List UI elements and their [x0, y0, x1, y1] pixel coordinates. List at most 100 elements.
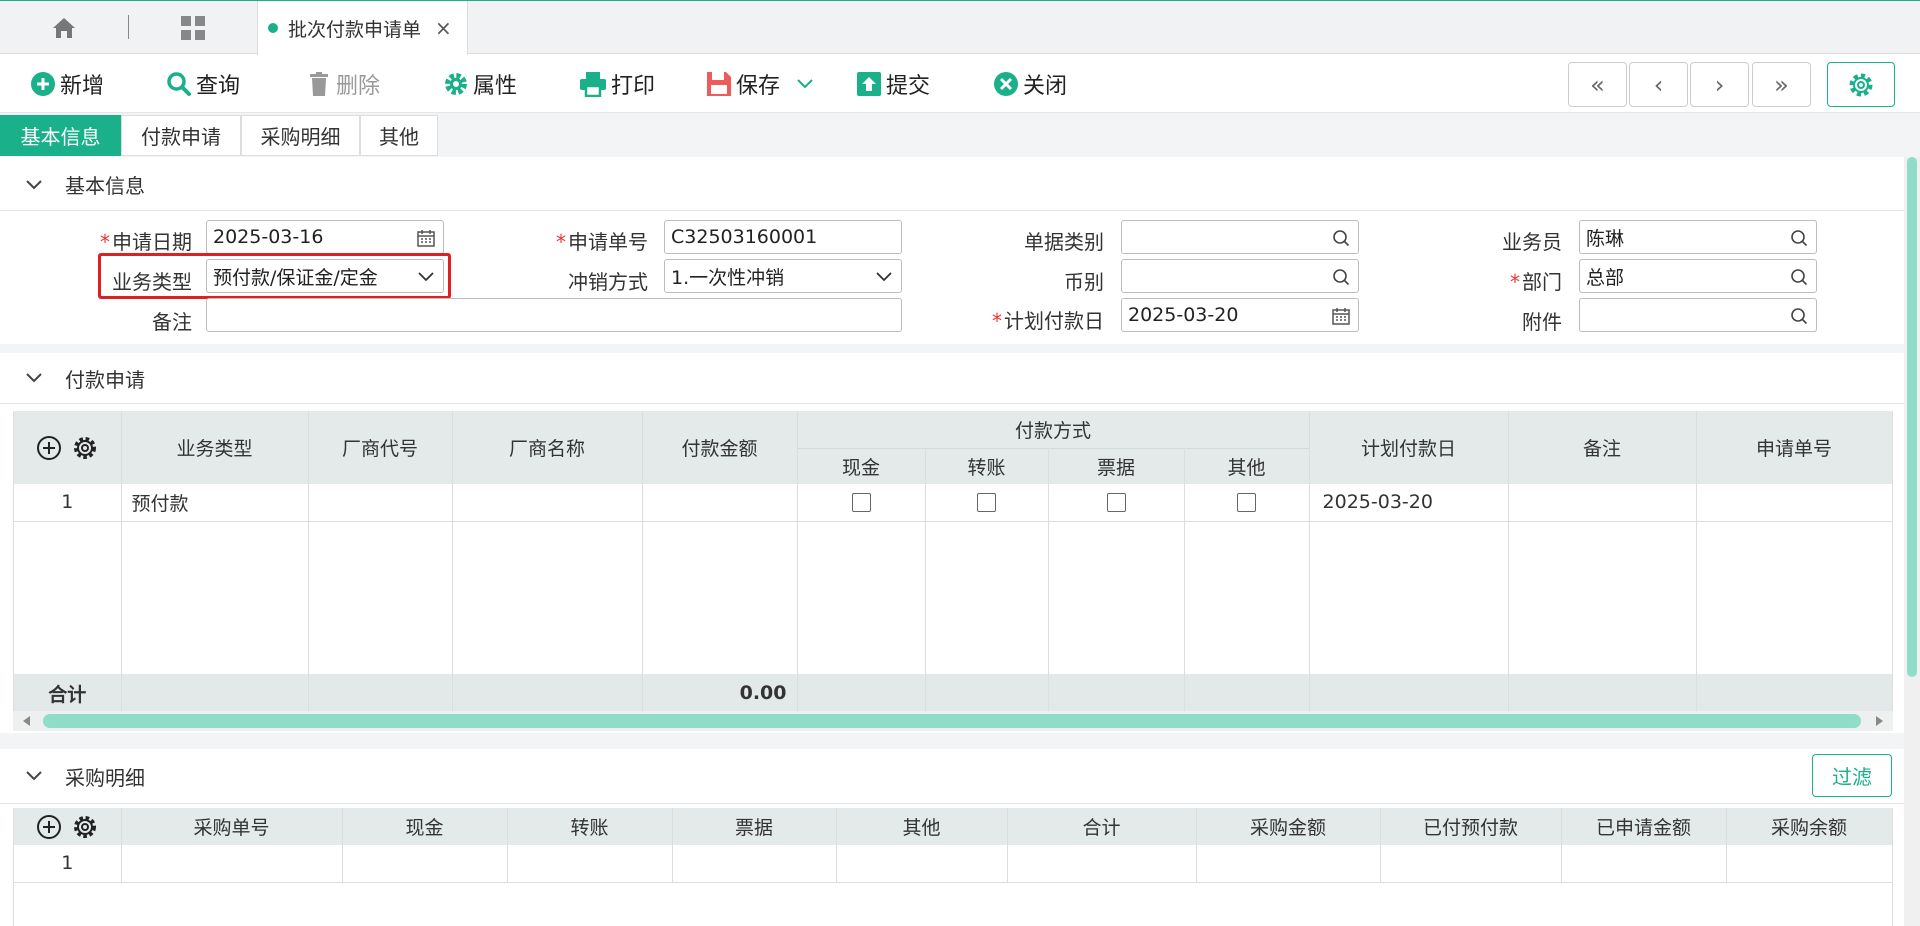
cash-checkbox[interactable] — [851, 493, 871, 513]
attachment-field[interactable] — [1579, 298, 1817, 332]
col-purchase-balance[interactable]: 采购余额 — [1726, 808, 1893, 845]
add-row-icon[interactable] — [36, 435, 62, 461]
col-amount[interactable]: 付款金额 — [642, 411, 798, 484]
grid-tools-cell — [14, 808, 122, 845]
tab-payment-request[interactable]: 付款申请 — [121, 115, 241, 156]
col-vendor-code[interactable]: 厂商代号 — [308, 411, 453, 484]
chevron-down-icon[interactable] — [796, 77, 814, 91]
horizontal-scrollbar[interactable] — [13, 711, 1893, 731]
cell-cash — [797, 484, 926, 521]
filter-button[interactable]: 过滤 — [1812, 754, 1892, 797]
other-checkbox[interactable] — [1237, 493, 1256, 513]
search-icon[interactable] — [1789, 306, 1809, 326]
toolbar: 新增 查询 删除 属性 打印 保存 提交 关闭 « ‹ › » — [0, 55, 1920, 113]
close-button[interactable]: 关闭 — [993, 67, 1067, 101]
col-other[interactable]: 其他 — [836, 808, 1008, 845]
remark-field[interactable] — [206, 298, 902, 332]
cell-vendor-name[interactable] — [452, 484, 643, 521]
col-cash[interactable]: 现金 — [342, 808, 508, 845]
last-record-button[interactable]: » — [1752, 62, 1811, 107]
writeoff-select[interactable]: 1.一次性冲销 — [664, 259, 902, 293]
add-row-icon[interactable] — [36, 814, 62, 840]
cell-amount[interactable] — [642, 484, 798, 521]
settings-button[interactable] — [1827, 62, 1895, 107]
next-record-button[interactable]: › — [1690, 62, 1749, 107]
home-icon[interactable] — [49, 13, 79, 43]
col-bill[interactable]: 票据 — [1048, 447, 1185, 484]
scroll-left-icon[interactable] — [21, 715, 31, 727]
purchase-detail-header[interactable]: 采购明细 — [0, 749, 1904, 804]
col-paid-prepayment[interactable]: 已付预付款 — [1380, 808, 1562, 845]
first-record-button[interactable]: « — [1568, 62, 1627, 107]
col-cash[interactable]: 现金 — [797, 447, 926, 484]
search-icon[interactable] — [1331, 228, 1351, 248]
cell-apply-no[interactable] — [1696, 484, 1893, 521]
staff-field[interactable]: 陈琳 — [1579, 220, 1817, 254]
col-purchase-no[interactable]: 采购单号 — [121, 808, 343, 845]
search-icon[interactable] — [1331, 267, 1351, 287]
chevron-down-icon — [25, 770, 47, 782]
biz-type-select[interactable]: 预付款/保证金/定金 — [206, 259, 444, 293]
delete-button[interactable]: 删除 — [306, 67, 380, 101]
plan-date-field[interactable]: 2025-03-20 — [1121, 298, 1359, 332]
remark-label: 备注 — [152, 310, 192, 334]
properties-label: 属性 — [473, 74, 518, 99]
apply-no-field[interactable]: C32503160001 — [664, 220, 902, 254]
delete-label: 删除 — [336, 74, 381, 99]
col-vendor-name[interactable]: 厂商名称 — [452, 411, 643, 484]
save-button[interactable]: 保存 — [706, 67, 818, 101]
bill-checkbox[interactable] — [1106, 493, 1126, 513]
cell-remark[interactable] — [1508, 484, 1697, 521]
payment-request-header[interactable]: 付款申请 — [0, 353, 1904, 404]
tab-purchase-detail[interactable]: 采购明细 — [241, 115, 360, 156]
vertical-scrollbar[interactable] — [1904, 157, 1920, 926]
prev-record-button[interactable]: ‹ — [1629, 62, 1688, 107]
biz-type-label: 业务类型 — [112, 270, 192, 294]
cell-biz-type[interactable]: 预付款 — [121, 484, 309, 521]
staff-label: 业务员 — [1502, 230, 1562, 254]
calendar-icon[interactable] — [1331, 306, 1351, 326]
dept-field[interactable]: 总部 — [1579, 259, 1817, 293]
table-row[interactable]: 1 — [14, 845, 1893, 882]
col-plan-date[interactable]: 计划付款日 — [1309, 411, 1509, 484]
gear-icon[interactable] — [72, 814, 98, 840]
submit-button[interactable]: 提交 — [856, 67, 930, 101]
basic-info-header[interactable]: 基本信息 — [0, 159, 1904, 211]
tab-basic-info[interactable]: 基本信息 — [0, 115, 121, 156]
add-button[interactable]: 新增 — [30, 67, 104, 101]
gear-icon[interactable] — [72, 435, 98, 461]
transfer-checkbox[interactable] — [977, 493, 996, 513]
col-transfer[interactable]: 转账 — [507, 808, 673, 845]
print-button[interactable]: 打印 — [579, 67, 655, 101]
col-biz-type[interactable]: 业务类型 — [121, 411, 309, 484]
chevron-down-icon — [25, 179, 47, 191]
col-apply-no[interactable]: 申请单号 — [1696, 411, 1893, 484]
close-circle-icon — [994, 72, 1018, 96]
calendar-icon[interactable] — [416, 228, 436, 248]
cell-plan-date[interactable]: 2025-03-20 — [1309, 484, 1509, 521]
properties-button[interactable]: 属性 — [443, 67, 517, 101]
search-icon[interactable] — [1789, 228, 1809, 248]
col-total[interactable]: 合计 — [1007, 808, 1197, 845]
query-button[interactable]: 查询 — [166, 67, 240, 101]
scrollbar-thumb[interactable] — [43, 714, 1861, 728]
col-transfer[interactable]: 转账 — [925, 447, 1049, 484]
tab-batch-payment[interactable]: 批次付款申请单 × — [257, 1, 468, 55]
currency-field[interactable] — [1121, 259, 1359, 293]
doc-type-field[interactable] — [1121, 220, 1359, 254]
col-other[interactable]: 其他 — [1184, 447, 1310, 484]
scroll-right-icon[interactable] — [1875, 715, 1885, 727]
grid-apps-icon[interactable] — [178, 13, 208, 43]
col-applied-amount[interactable]: 已申请金额 — [1561, 808, 1727, 845]
search-icon[interactable] — [1789, 267, 1809, 287]
col-bill[interactable]: 票据 — [672, 808, 837, 845]
close-tab-icon[interactable]: × — [435, 16, 452, 40]
scrollbar-thumb[interactable] — [1907, 157, 1917, 677]
tab-other[interactable]: 其他 — [360, 115, 438, 156]
dept-label: * 部门 — [1510, 270, 1562, 294]
cell-vendor-code[interactable] — [308, 484, 453, 521]
col-purchase-amount[interactable]: 采购金额 — [1196, 808, 1381, 845]
apply-date-field[interactable]: 2025-03-16 — [206, 220, 444, 254]
table-row[interactable]: 1 预付款 2025-03-20 — [14, 484, 1893, 521]
col-remark[interactable]: 备注 — [1508, 411, 1697, 484]
